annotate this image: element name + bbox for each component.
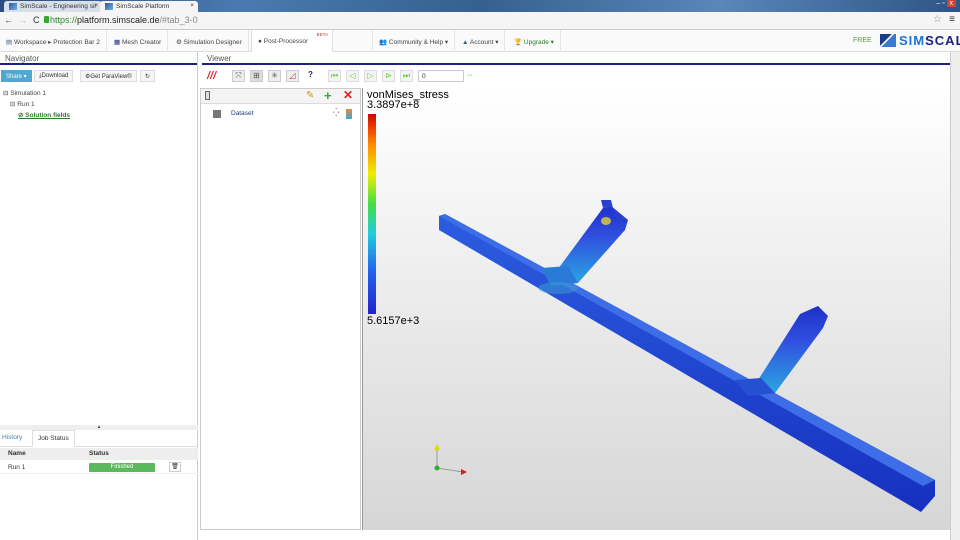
community-menu[interactable]: 👥 Community & Help ▾ xyxy=(372,30,456,52)
plan-badge: FREE xyxy=(853,37,872,44)
close-tab-icon[interactable]: × xyxy=(190,2,194,9)
bottom-tabs: History Job Status xyxy=(0,430,198,447)
share-button[interactable]: Share ▾ xyxy=(1,70,32,82)
url-field[interactable]: https://platform.simscale.de/#tab_3-0 xyxy=(50,15,198,25)
workspace-breadcrumb[interactable]: ▤ Workspace ▸ Protection Bar 2 xyxy=(0,30,107,52)
tab-job-status[interactable]: Job Status xyxy=(32,430,75,447)
back-icon[interactable]: ← xyxy=(4,15,13,25)
edit-icon[interactable]: ✎ xyxy=(306,90,314,101)
dataset-icon xyxy=(213,110,221,118)
refresh-button[interactable]: ↻ xyxy=(140,70,156,82)
download-button[interactable]: ⤓Download xyxy=(34,70,74,82)
favicon-icon xyxy=(9,3,17,10)
menu-icon[interactable]: ≡ xyxy=(949,14,955,25)
browser-tab-active[interactable]: SimScale Platform × xyxy=(100,1,198,12)
status-badge: Finished xyxy=(89,463,155,472)
browser-tab[interactable]: SimScale - Engineering sir × xyxy=(4,1,102,12)
add-icon[interactable]: + xyxy=(324,88,332,103)
tree-simulation[interactable]: ⊟ Simulation 1 xyxy=(3,89,46,97)
reload-icon[interactable]: C xyxy=(33,15,40,25)
axes-orientation-icon xyxy=(434,444,467,475)
lock-icon xyxy=(44,16,49,23)
main-beam xyxy=(439,214,935,512)
table-row: Run 1 Finished 🗑 xyxy=(0,460,198,474)
last-frame-icon[interactable]: ⏭ xyxy=(400,70,413,82)
address-bar: ← → C https://platform.simscale.de/#tab_… xyxy=(0,12,960,30)
favicon-icon xyxy=(105,3,113,10)
pipeline-item-dataset[interactable]: Dataset ⁛ xyxy=(205,108,355,120)
tab-simulation-designer[interactable]: ⚙ Simulation Designer xyxy=(170,30,249,52)
play-icon[interactable]: ▷ xyxy=(364,70,377,82)
next-frame-icon[interactable]: ⊳ xyxy=(382,70,395,82)
forward-icon[interactable]: → xyxy=(18,15,27,25)
navigator-panel: Navigator Share ▾ ⤓Download ⚙Get ParaVie… xyxy=(0,52,198,540)
pipeline-browser: ✎ + ✕ Dataset ⁛ xyxy=(200,88,361,530)
reset-camera-icon[interactable]: ⤧ xyxy=(232,70,245,82)
colormap-icon[interactable] xyxy=(346,109,352,119)
browser-tab-bar: SimScale - Engineering sir × SimScale Pla… xyxy=(0,0,960,12)
scrollbar[interactable] xyxy=(950,52,960,540)
tree-solution-fields[interactable]: ⊘ Solution fields xyxy=(18,111,70,119)
render-view[interactable]: vonMises_stress 3.3897e+8 5.6157e+3 xyxy=(362,88,950,530)
main-beam-top xyxy=(439,214,935,486)
gears-icon: ⚙ xyxy=(176,39,182,46)
upright-2 xyxy=(753,306,828,393)
prev-frame-icon[interactable]: ◁ xyxy=(346,70,359,82)
star-icon[interactable]: ☆ xyxy=(933,14,942,25)
tab-mesh-creator[interactable]: ▦ Mesh Creator xyxy=(108,30,169,52)
delete-icon[interactable]: ✕ xyxy=(343,88,353,102)
help-icon[interactable]: ? xyxy=(304,70,317,82)
app-nav: ▤ Workspace ▸ Protection Bar 2 ▦ Mesh Cr… xyxy=(0,30,960,52)
upgrade-menu[interactable]: 🏆 Upgrade ▾ xyxy=(508,30,561,52)
toggle-icon[interactable]: ⊞ xyxy=(250,70,263,82)
table-header: Name Status xyxy=(0,448,198,460)
paraview-logo: /// xyxy=(207,70,217,82)
get-paraview-button[interactable]: ⚙Get ParaView® xyxy=(80,70,137,82)
delete-icon[interactable]: 🗑 xyxy=(169,462,181,472)
account-menu[interactable]: ▲ Account ▾ xyxy=(456,30,506,52)
tab-post-processor[interactable]: ● Post-Processor BETA xyxy=(251,30,333,52)
navigator-title: Navigator xyxy=(0,52,197,65)
tree-run[interactable]: ⊟ Run 1 xyxy=(10,100,35,108)
simscale-logo: SIMSCALE xyxy=(880,33,960,48)
first-frame-icon[interactable]: ⏮ xyxy=(328,70,341,82)
close-tab-icon[interactable]: × xyxy=(94,2,98,9)
viewer-header: Viewer xyxy=(200,52,952,68)
server-icon xyxy=(205,91,210,100)
tab-history[interactable]: History xyxy=(2,434,22,441)
time-range-icon[interactable]: ⇔ xyxy=(466,70,474,79)
points-icon[interactable]: ⁛ xyxy=(333,108,339,117)
chart-icon[interactable]: ◿ xyxy=(286,70,299,82)
time-input[interactable]: 0 xyxy=(418,70,464,82)
axes-icon[interactable]: ✳ xyxy=(268,70,281,82)
window-controls[interactable]: – ▫ x xyxy=(916,0,956,10)
